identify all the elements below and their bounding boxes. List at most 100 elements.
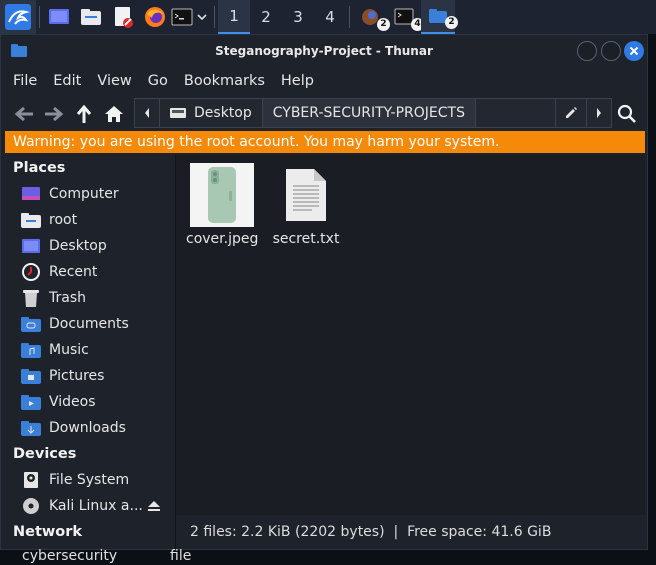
- taskbar: 1 2 3 4 2 4 2: [0, 0, 656, 34]
- desktop-icon-label[interactable]: file: [170, 548, 191, 564]
- terminal-launcher[interactable]: [171, 0, 193, 34]
- sidebar-item-root[interactable]: root: [1, 207, 175, 233]
- downloads-folder-icon: [21, 418, 41, 438]
- sidebar-item-label: Downloads: [49, 420, 126, 436]
- home-folder-icon: [21, 210, 41, 230]
- text-editor-launcher[interactable]: [107, 0, 139, 34]
- chevron-left-icon: [145, 108, 149, 118]
- sidebar-item-videos[interactable]: Videos: [1, 389, 175, 415]
- sidebar-item-file-system[interactable]: File System: [1, 467, 175, 493]
- sidebar-item-label: Music: [49, 342, 89, 358]
- trash-icon: [21, 288, 41, 308]
- taskbar-separator: [349, 6, 350, 28]
- phone-case-image: [208, 167, 236, 223]
- music-folder-icon: [21, 340, 41, 360]
- search-button[interactable]: [612, 99, 642, 129]
- workspace-2[interactable]: 2: [250, 0, 282, 34]
- minimize-button[interactable]: [577, 41, 597, 61]
- breadcrumb-current[interactable]: CYBER-SECURITY-PROJECTS: [262, 99, 476, 127]
- workspace-label: 2: [261, 8, 271, 26]
- firefox-icon: [145, 7, 165, 27]
- close-button[interactable]: [624, 41, 644, 61]
- drive-icon: [21, 470, 41, 490]
- sidebar-item-documents[interactable]: Documents: [1, 311, 175, 337]
- workspace-3[interactable]: 3: [282, 0, 314, 34]
- kali-menu-button[interactable]: [0, 0, 36, 34]
- forward-button[interactable]: [39, 99, 69, 129]
- edit-location-button[interactable]: [555, 99, 586, 127]
- sidebar-item-label: Pictures: [49, 368, 105, 384]
- terminal-dropdown[interactable]: [193, 0, 211, 34]
- file-manager-window: Steganography-Project - Thunar File Edit…: [0, 34, 648, 551]
- home-button[interactable]: [99, 99, 129, 129]
- sidebar-item-music[interactable]: Music: [1, 337, 175, 363]
- menu-file[interactable]: File: [5, 73, 45, 89]
- sidebar-item-label: Documents: [49, 316, 129, 332]
- text-editor-icon: [115, 7, 133, 28]
- up-button[interactable]: [69, 99, 99, 129]
- sidebar-item-label: root: [49, 212, 78, 228]
- maximize-button[interactable]: [601, 41, 621, 61]
- sidebar-item-downloads[interactable]: Downloads: [1, 415, 175, 441]
- sidebar-item-label: Desktop: [49, 238, 107, 254]
- back-button[interactable]: [9, 99, 39, 129]
- sidebar-item-recent[interactable]: Recent: [1, 259, 175, 285]
- path-scroll-left[interactable]: [135, 99, 160, 127]
- breadcrumb-label: Desktop: [194, 105, 252, 121]
- recent-clock-icon: [21, 262, 41, 282]
- computer-icon: [21, 184, 41, 204]
- menu-view[interactable]: View: [89, 73, 139, 89]
- sidebar-item-trash[interactable]: Trash: [1, 285, 175, 311]
- text-file-icon: [274, 163, 338, 227]
- firefox-launcher[interactable]: [139, 0, 171, 34]
- menu-go[interactable]: Go: [140, 73, 176, 89]
- network-heading: Network: [13, 524, 83, 540]
- sidebar-item-computer[interactable]: Computer: [1, 181, 175, 207]
- desktop-icon-label[interactable]: cybersecurity: [22, 548, 117, 564]
- disc-icon: [21, 496, 41, 516]
- titlebar[interactable]: Steganography-Project - Thunar: [1, 35, 647, 67]
- sidebar-item-kali-media[interactable]: Kali Linux a...: [1, 493, 175, 519]
- taskbar-separator: [214, 6, 215, 28]
- task-files-group[interactable]: 2: [421, 0, 458, 34]
- sidebar-item-desktop[interactable]: Desktop: [1, 233, 175, 259]
- sidebar-item-label: Trash: [49, 290, 86, 306]
- task-terminal-group[interactable]: 4: [387, 0, 424, 34]
- show-desktop-button[interactable]: [43, 0, 75, 34]
- workspace-1[interactable]: 1: [218, 0, 250, 34]
- sidebar: Places Computer root Desktop Recent Tras…: [1, 155, 175, 551]
- status-bar: 2 files: 2.2 KiB (2202 bytes) | Free spa…: [176, 517, 645, 547]
- file-manager-launcher[interactable]: [75, 0, 107, 34]
- sidebar-item-label: Recent: [49, 264, 98, 280]
- arrow-left-icon: [14, 106, 33, 122]
- path-scroll-right[interactable]: [586, 99, 611, 127]
- sidebar-item-label: Computer: [49, 186, 119, 202]
- window-count-badge: 2: [445, 16, 458, 29]
- devices-heading: Devices: [13, 446, 77, 462]
- drive-icon: [170, 108, 186, 118]
- sidebar-item-label: Kali Linux a...: [49, 498, 143, 514]
- menu-help[interactable]: Help: [273, 73, 322, 89]
- menu-edit[interactable]: Edit: [45, 73, 89, 89]
- file-item-cover-jpeg[interactable]: cover.jpeg: [186, 163, 258, 247]
- menu-bookmarks[interactable]: Bookmarks: [176, 73, 273, 89]
- folder-icon: [81, 9, 101, 25]
- task-app-group[interactable]: 2: [353, 0, 390, 34]
- places-heading: Places: [13, 160, 66, 176]
- file-name: secret.txt: [272, 231, 340, 247]
- root-warning-banner: Warning: you are using the root account.…: [5, 131, 645, 153]
- close-icon: [629, 46, 639, 56]
- workspace-4[interactable]: 4: [314, 0, 346, 34]
- desktop-icon: [49, 9, 69, 24]
- documents-folder-icon: [21, 314, 41, 334]
- workspace-label: 4: [325, 8, 335, 26]
- breadcrumb-desktop[interactable]: Desktop: [160, 99, 263, 127]
- file-item-secret-txt[interactable]: secret.txt: [270, 163, 342, 247]
- eject-icon[interactable]: [147, 500, 161, 512]
- arrow-right-icon: [45, 106, 64, 122]
- chevron-down-icon: [197, 14, 207, 21]
- taskbar-separator: [39, 6, 40, 28]
- sidebar-item-pictures[interactable]: Pictures: [1, 363, 175, 389]
- file-view: cover.jpeg secret.txt: [176, 155, 645, 515]
- kali-dragon-icon: [5, 4, 31, 30]
